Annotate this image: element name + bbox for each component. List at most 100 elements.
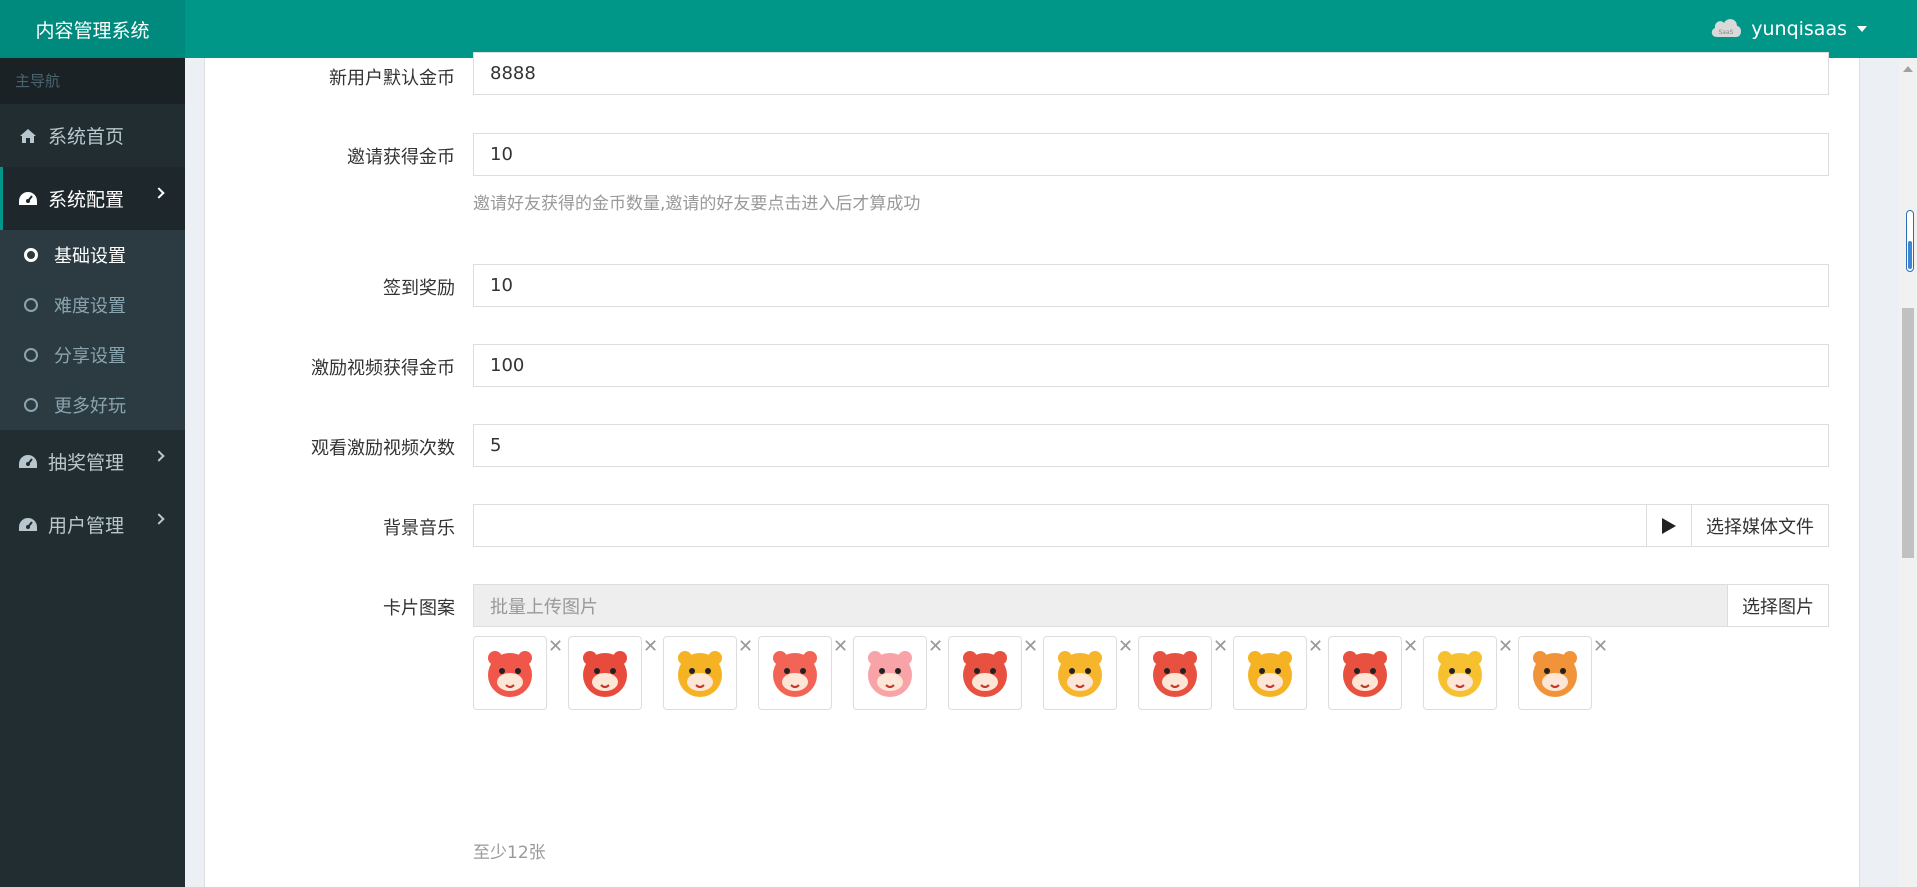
circle-icon <box>24 298 38 312</box>
thumbnail-item: ✕ <box>1138 636 1233 710</box>
circle-icon <box>24 248 38 262</box>
choose-image-button[interactable]: 选择图片 <box>1727 585 1828 626</box>
sidebar-item-lottery[interactable]: 抽奖管理 <box>0 430 185 493</box>
dashboard-icon <box>18 454 38 469</box>
rabbit-icon[interactable] <box>853 636 927 710</box>
close-icon[interactable]: ✕ <box>1308 638 1323 656</box>
close-icon[interactable]: ✕ <box>738 638 753 656</box>
close-icon[interactable]: ✕ <box>1593 638 1608 656</box>
chevron-right-icon <box>153 187 165 199</box>
bg-music-input[interactable] <box>474 505 1828 546</box>
close-icon[interactable]: ✕ <box>1403 638 1418 656</box>
subnav-item-basic-settings[interactable]: 基础设置 <box>0 230 185 280</box>
subnav-item-label: 基础设置 <box>54 246 126 267</box>
thumbnail-item: ✕ <box>1233 636 1328 710</box>
scroll-up-icon[interactable] <box>1903 66 1913 72</box>
sidebar-section-title: 主导航 <box>0 58 185 104</box>
caret-down-icon <box>1857 26 1867 32</box>
invite-coins-input[interactable]: 10 <box>473 133 1829 176</box>
subnav-item-difficulty-settings[interactable]: 难度设置 <box>0 280 185 330</box>
sheep-icon[interactable] <box>1423 636 1497 710</box>
video-coins-input[interactable]: 100 <box>473 344 1829 387</box>
checkin-reward-input[interactable]: 10 <box>473 264 1829 307</box>
top-header: 内容管理系统 SaaS yunqisaas <box>0 0 1917 58</box>
cloud-logo-icon: SaaS <box>1709 15 1743 44</box>
subnav-item-label: 难度设置 <box>54 296 126 317</box>
subnav-item-more-fun[interactable]: 更多好玩 <box>0 380 185 430</box>
card-pattern-input[interactable]: 批量上传图片 <box>474 585 1828 626</box>
settings-form: 新用户默认金币 8888 邀请获得金币 10 邀请好友获得的金币数量,邀请的好友… <box>204 52 1860 887</box>
thumbnail-item: ✕ <box>1328 636 1423 710</box>
bg-music-input-group: 选择媒体文件 <box>473 504 1829 547</box>
dragon-icon[interactable] <box>1043 636 1117 710</box>
sidebar-item-home[interactable]: 系统首页 <box>0 104 185 167</box>
chevron-right-icon <box>153 513 165 525</box>
sidebar-item-label: 系统首页 <box>48 126 125 148</box>
home-icon <box>18 128 38 143</box>
video-times-input[interactable]: 5 <box>473 424 1829 467</box>
username: yunqisaas <box>1751 18 1847 40</box>
new-user-coins-input[interactable]: 8888 <box>473 52 1829 95</box>
main-content: 新用户默认金币 8888 邀请获得金币 10 邀请好友获得的金币数量,邀请的好友… <box>185 52 1899 887</box>
field-label: 卡片图案 <box>383 598 455 619</box>
thumbnail-item: ✕ <box>473 636 568 710</box>
field-label: 新用户默认金币 <box>329 68 455 89</box>
field-label: 观看激励视频次数 <box>311 438 455 459</box>
brand-title[interactable]: 内容管理系统 <box>0 0 185 58</box>
cloud-logo-text: SaaS <box>1719 29 1734 36</box>
monkey-icon[interactable] <box>948 636 1022 710</box>
thumbnail-list: ✕ ✕ ✕ ✕ ✕ ✕ ✕ ✕ ✕ ✕ ✕ ✕ <box>473 636 1613 710</box>
card-pattern-input-group: 批量上传图片 选择图片 <box>473 584 1829 627</box>
thumbnail-item: ✕ <box>948 636 1043 710</box>
field-label: 背景音乐 <box>383 518 455 539</box>
rat-icon[interactable] <box>1138 636 1212 710</box>
field-label: 签到奖励 <box>383 278 455 299</box>
choose-media-button[interactable]: 选择媒体文件 <box>1691 505 1828 546</box>
sidebar-item-label: 用户管理 <box>48 515 125 537</box>
sidebar-item-label: 抽奖管理 <box>48 452 125 474</box>
invite-coins-help: 邀请好友获得的金币数量,邀请的好友要点击进入后才算成功 <box>473 194 921 214</box>
circle-icon <box>24 348 38 362</box>
scrollbar-thumb[interactable] <box>1902 308 1914 558</box>
dashboard-icon <box>18 191 38 206</box>
pig-icon[interactable] <box>758 636 832 710</box>
thumbnail-item: ✕ <box>663 636 758 710</box>
sidebar: 主导航 系统首页 系统配置 基础设置 难度设置 分享设置 更多好玩 抽奖管理 用… <box>0 58 185 887</box>
snake-icon[interactable] <box>473 636 547 710</box>
mini-scroll-indicator[interactable] <box>1906 210 1914 272</box>
close-icon[interactable]: ✕ <box>1118 638 1133 656</box>
close-icon[interactable]: ✕ <box>928 638 943 656</box>
play-button[interactable] <box>1646 505 1691 546</box>
user-menu[interactable]: SaaS yunqisaas <box>1709 0 1867 58</box>
thumbnail-item: ✕ <box>1423 636 1518 710</box>
horse-icon[interactable] <box>663 636 737 710</box>
field-label: 邀请获得金币 <box>347 147 455 168</box>
thumbnail-item: ✕ <box>1043 636 1138 710</box>
rooster-icon[interactable] <box>1328 636 1402 710</box>
sidebar-submenu: 基础设置 难度设置 分享设置 更多好玩 <box>0 230 185 430</box>
sidebar-item-system-config[interactable]: 系统配置 <box>0 167 185 230</box>
close-icon[interactable]: ✕ <box>643 638 658 656</box>
play-icon <box>1662 517 1676 534</box>
subnav-item-label: 更多好玩 <box>54 396 126 417</box>
close-icon[interactable]: ✕ <box>1498 638 1513 656</box>
field-label: 激励视频获得金币 <box>311 358 455 379</box>
card-pattern-help: 至少12张 <box>473 843 546 863</box>
sidebar-item-users[interactable]: 用户管理 <box>0 493 185 556</box>
ox-icon[interactable] <box>568 636 642 710</box>
dog-icon[interactable] <box>1518 636 1592 710</box>
dashboard-icon <box>18 517 38 532</box>
sidebar-item-label: 系统配置 <box>48 189 125 211</box>
close-icon[interactable]: ✕ <box>833 638 848 656</box>
tiger-icon[interactable] <box>1233 636 1307 710</box>
chevron-right-icon <box>153 450 165 462</box>
close-icon[interactable]: ✕ <box>548 638 563 656</box>
close-icon[interactable]: ✕ <box>1213 638 1228 656</box>
thumbnail-item: ✕ <box>568 636 663 710</box>
subnav-item-share-settings[interactable]: 分享设置 <box>0 330 185 380</box>
page-scrollbar[interactable] <box>1899 58 1917 887</box>
subnav-item-label: 分享设置 <box>54 346 126 367</box>
close-icon[interactable]: ✕ <box>1023 638 1038 656</box>
thumbnail-item: ✕ <box>1518 636 1613 710</box>
thumbnail-item: ✕ <box>853 636 948 710</box>
